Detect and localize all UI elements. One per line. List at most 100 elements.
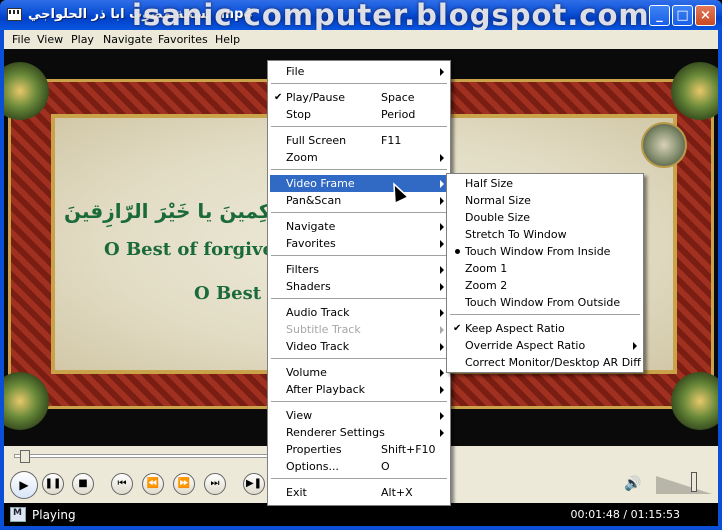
menu-item-label: Properties <box>286 443 342 456</box>
submenu-arrow-icon <box>440 429 444 437</box>
menu-item-properties[interactable]: Properties Shift+F10 <box>270 441 448 458</box>
radio-dot-icon <box>455 249 460 254</box>
window-border-right <box>718 30 722 530</box>
menu-item-touch-window-from-outside[interactable]: Touch Window From Outside <box>449 294 641 311</box>
menu-item-video-frame[interactable]: Video Frame <box>270 175 448 192</box>
menu-item-play-pause[interactable]: ✔ Play/Pause Space <box>270 89 448 106</box>
menu-item-shortcut: F11 <box>381 134 402 147</box>
menu-item-label: Normal Size <box>465 194 531 207</box>
menu-item-view[interactable]: View <box>270 407 448 424</box>
menu-item-subtitle-track: Subtitle Track <box>270 321 448 338</box>
submenu-arrow-icon <box>440 266 444 274</box>
minimize-button[interactable]: _ <box>649 5 670 26</box>
menu-separator <box>450 314 640 316</box>
menu-item-shaders[interactable]: Shaders <box>270 278 448 295</box>
menu-item-full-screen[interactable]: Full Screen F11 <box>270 132 448 149</box>
menu-item-pan-scan[interactable]: Pan&Scan <box>270 192 448 209</box>
menu-favorites[interactable]: Favorites <box>158 33 208 46</box>
play-icon[interactable]: ▶ <box>10 471 38 499</box>
pause-icon[interactable]: ❚❚ <box>42 473 64 495</box>
menu-item-renderer-settings[interactable]: Renderer Settings <box>270 424 448 441</box>
menu-help[interactable]: Help <box>215 33 240 46</box>
menu-item-video-track[interactable]: Video Track <box>270 338 448 355</box>
menu-item-favorites[interactable]: Favorites <box>270 235 448 252</box>
close-button[interactable]: × <box>695 5 716 26</box>
corner-ornament <box>4 372 49 430</box>
volume-thumb[interactable] <box>690 472 697 492</box>
skip-back-icon[interactable]: ⏮ <box>111 473 133 495</box>
menu-item-label: Exit <box>286 486 307 499</box>
menu-separator <box>271 255 447 257</box>
menu-item-label: Zoom 2 <box>465 279 508 292</box>
volume-slider[interactable] <box>656 476 712 494</box>
menu-item-label: Full Screen <box>286 134 347 147</box>
submenu-arrow-icon <box>440 283 444 291</box>
menu-file[interactable]: File <box>12 33 30 46</box>
menu-item-label: Correct Monitor/Desktop AR Diff <box>465 356 641 369</box>
fast-forward-icon[interactable]: ⏩ <box>173 473 195 495</box>
menu-item-label: Double Size <box>465 211 531 224</box>
menu-item-audio-track[interactable]: Audio Track <box>270 304 448 321</box>
menu-item-navigate[interactable]: Navigate <box>270 218 448 235</box>
checkmark-icon: ✔ <box>453 323 462 334</box>
menu-play[interactable]: Play <box>71 33 94 46</box>
menu-item-options[interactable]: Options... O <box>270 458 448 475</box>
speaker-icon[interactable]: 🔊 <box>624 476 641 492</box>
submenu-arrow-icon <box>440 309 444 317</box>
title-bar: نسخة مصوت ابا ذر الحلواجي .mp4 isanic co… <box>0 0 722 32</box>
menu-item-label: Half Size <box>465 177 514 190</box>
submenu-arrow-icon <box>440 386 444 394</box>
menu-item-exit[interactable]: Exit Alt+X <box>270 484 448 501</box>
menu-separator <box>271 298 447 300</box>
menu-item-label: Override Aspect Ratio <box>465 339 586 352</box>
submenu-arrow-icon <box>440 240 444 248</box>
menu-item-label: Favorites <box>286 237 336 250</box>
menu-item-label: Volume <box>286 366 327 379</box>
seek-bar[interactable] <box>14 454 270 458</box>
menu-item-half-size[interactable]: Half Size <box>449 175 641 192</box>
context-menu: File ✔ Play/Pause Space Stop Period Full Scree… <box>267 60 451 506</box>
menu-item-zoom-1[interactable]: Zoom 1 <box>449 260 641 277</box>
menu-item-label: Navigate <box>286 220 336 233</box>
menu-item-label: Video Track <box>286 340 350 353</box>
stop-icon[interactable]: ■ <box>72 473 94 495</box>
rewind-icon[interactable]: ⏪ <box>142 473 164 495</box>
menu-item-stretch-to-window[interactable]: Stretch To Window <box>449 226 641 243</box>
skip-forward-icon[interactable]: ⏭ <box>204 473 226 495</box>
app-icon[interactable] <box>7 8 22 21</box>
menu-item-label: After Playback <box>286 383 365 396</box>
menu-item-stop[interactable]: Stop Period <box>270 106 448 123</box>
frame-step-icon[interactable]: ▶❚ <box>243 473 265 495</box>
menu-item-filters[interactable]: Filters <box>270 261 448 278</box>
maximize-button[interactable]: □ <box>672 5 693 26</box>
menu-item-zoom-2[interactable]: Zoom 2 <box>449 277 641 294</box>
menu-navigate[interactable]: Navigate <box>103 33 152 46</box>
menu-item-label: Zoom <box>286 151 318 164</box>
menu-separator <box>271 83 447 85</box>
menu-item-shortcut: Space <box>381 91 415 104</box>
menu-item-shortcut: Period <box>381 108 416 121</box>
submenu-arrow-icon <box>440 68 444 76</box>
menu-item-label: Zoom 1 <box>465 262 508 275</box>
corner-ornament <box>671 62 718 120</box>
menu-item-label: View <box>286 409 313 422</box>
menu-item-label: Audio Track <box>286 306 350 319</box>
menu-item-keep-aspect-ratio[interactable]: ✔ Keep Aspect Ratio <box>449 320 641 337</box>
menu-item-label: Keep Aspect Ratio <box>465 322 565 335</box>
menu-item-touch-window-from-inside[interactable]: Touch Window From Inside <box>449 243 641 260</box>
seek-thumb[interactable] <box>20 450 31 463</box>
video-frame-submenu: Half Size Normal Size Double Size Stretch T… <box>446 173 644 373</box>
submenu-arrow-icon <box>440 369 444 377</box>
menu-item-correct-monitor-desktop-ar-diff[interactable]: Correct Monitor/Desktop AR Diff <box>449 354 641 371</box>
menu-item-shortcut: Alt+X <box>381 486 413 499</box>
menu-item-volume[interactable]: Volume <box>270 364 448 381</box>
menu-view[interactable]: View <box>37 33 63 46</box>
menu-item-zoom[interactable]: Zoom <box>270 149 448 166</box>
menu-item-file[interactable]: File <box>270 63 448 80</box>
menu-item-label: Options... <box>286 460 339 473</box>
menu-item-normal-size[interactable]: Normal Size <box>449 192 641 209</box>
menu-item-label: Subtitle Track <box>286 323 361 336</box>
menu-item-after-playback[interactable]: After Playback <box>270 381 448 398</box>
menu-item-override-aspect-ratio[interactable]: Override Aspect Ratio <box>449 337 641 354</box>
menu-item-double-size[interactable]: Double Size <box>449 209 641 226</box>
